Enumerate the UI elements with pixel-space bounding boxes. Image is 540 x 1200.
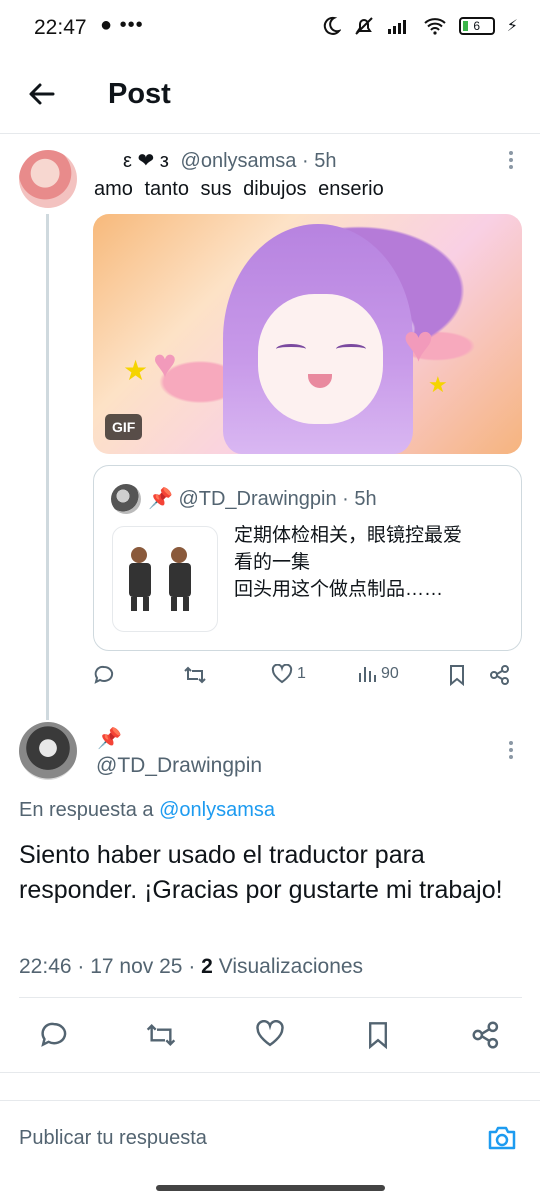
notification-icons: ● ••• [100, 14, 144, 37]
gesture-bar[interactable] [156, 1185, 385, 1191]
mute-icon [355, 17, 373, 35]
bookmark-button[interactable] [447, 664, 467, 686]
reply-button[interactable] [93, 664, 115, 686]
divider [19, 997, 522, 998]
bookmark-icon [450, 665, 464, 686]
separator-dot: · [77, 955, 91, 978]
gif-figure-eye [336, 344, 366, 354]
gif-figure-eye [276, 344, 306, 354]
separator-dot: · [342, 488, 355, 510]
heart-icon [256, 1020, 284, 1047]
clock: 22:47 [34, 16, 87, 39]
post-date: 17 nov 25 [90, 955, 183, 978]
battery-level: 6 [473, 19, 481, 33]
tweet-actions: 1 90 [93, 664, 522, 694]
like-button[interactable]: 1 [271, 664, 306, 684]
divider [0, 1072, 540, 1073]
heart-icon [271, 664, 293, 684]
quoted-handle: @TD_Drawingpin [178, 488, 337, 510]
page-title: Post [108, 78, 171, 110]
status-bar: 22:47 ● ••• 6 ⚡ [0, 0, 540, 58]
more-vertical-icon [509, 151, 513, 169]
bookmark-button[interactable] [365, 1020, 391, 1050]
like-count: 1 [297, 665, 306, 682]
post-time: 22:46 [19, 955, 72, 978]
system-icons: 6 ⚡ [321, 16, 518, 36]
battery-icon: 6 [458, 17, 495, 35]
charging-icon: ⚡ [506, 18, 518, 35]
views-count: 2 [201, 955, 213, 978]
reply-context: En respuesta a @onlysamsa [19, 799, 275, 822]
tweet-header: ε ❤ з @onlysamsa · 5h [95, 148, 336, 173]
bookmark-icon [369, 1022, 387, 1050]
quoted-header: 📌 @TD_Drawingpin · 5h [148, 486, 377, 511]
more-notifications: ••• [119, 14, 144, 36]
heart-decoration-icon: ♥ [403, 315, 434, 373]
share-icon [472, 1021, 499, 1049]
display-name[interactable]: ε ❤ з [123, 150, 169, 172]
heart-decoration-icon: ♥ [153, 342, 177, 386]
back-arrow-icon [29, 83, 55, 105]
post-actions [19, 1016, 522, 1056]
reply-prefix: En respuesta a [19, 799, 154, 821]
gif-badge: GIF [105, 414, 143, 440]
more-options-button[interactable] [508, 740, 514, 760]
views-chart-icon [359, 667, 376, 682]
separator-dot: · [302, 150, 315, 172]
share-button[interactable] [471, 1020, 501, 1050]
handle[interactable]: @onlysamsa [181, 150, 297, 172]
like-button[interactable] [255, 1020, 285, 1048]
back-button[interactable] [26, 78, 58, 110]
pin-icon: 📌 [148, 488, 173, 510]
post-text: Siento haber usado el traductor para res… [19, 841, 503, 904]
quoted-text-line: 看的一集 [234, 552, 311, 573]
share-button[interactable] [489, 664, 511, 686]
views-label[interactable]: Visualizaciones [219, 955, 363, 978]
handle[interactable]: @TD_Drawingpin [96, 754, 262, 778]
separator-dot: · [188, 955, 202, 978]
post-meta: 22:46 · 17 nov 25 · 2 Visualizaciones [19, 955, 363, 979]
camera-button[interactable] [486, 1122, 518, 1154]
top-bar: Post [0, 58, 540, 134]
reply-handle-link[interactable]: @onlysamsa [159, 799, 275, 821]
chat-icon: ● [100, 14, 114, 36]
timestamp: 5h [314, 150, 337, 172]
share-icon [490, 665, 509, 685]
reply-icon [94, 665, 114, 684]
tweet-text: amo tanto sus dibujos enserio [94, 178, 384, 200]
quoted-avatar [111, 484, 141, 514]
pin-icon: 📌 [97, 728, 122, 750]
signal-icon [387, 20, 406, 34]
repost-icon [184, 666, 206, 684]
views-count: 90 [381, 665, 399, 682]
moon-icon [323, 16, 341, 35]
avatar[interactable] [19, 150, 77, 208]
views-button[interactable]: 90 [357, 664, 399, 684]
gif-figure-face [258, 294, 383, 424]
quoted-thumbnail [112, 526, 218, 632]
thread-line [46, 214, 49, 720]
quoted-text-line: 定期体检相关，眼镜控最爱 [234, 525, 463, 546]
quoted-text: 定期体检相关，眼镜控最爱 看的一集 回头用这个做点制品…… [234, 522, 514, 603]
repost-button[interactable] [145, 1020, 177, 1050]
reply-input[interactable]: Publicar tu respuesta [19, 1127, 207, 1150]
wifi-icon [424, 18, 446, 35]
divider [0, 1100, 540, 1101]
reply-button[interactable] [39, 1020, 69, 1050]
quoted-timestamp: 5h [354, 488, 377, 510]
more-vertical-icon [509, 741, 513, 759]
gif-media[interactable]: ★ ★ ♥ ♥ GIF [93, 214, 522, 454]
quoted-text-line: 回头用这个做点制品…… [234, 579, 444, 600]
avatar[interactable] [19, 722, 77, 780]
quoted-post[interactable]: 📌 @TD_Drawingpin · 5h 定期体检相关，眼镜控最爱 看的一集 … [93, 465, 522, 651]
repost-button[interactable] [183, 664, 207, 686]
more-options-button[interactable] [508, 150, 514, 170]
star-decoration-icon: ★ [428, 372, 448, 397]
star-decoration-icon: ★ [123, 355, 149, 386]
camera-icon [488, 1126, 516, 1150]
repost-icon [146, 1023, 176, 1047]
reply-icon [41, 1022, 67, 1047]
